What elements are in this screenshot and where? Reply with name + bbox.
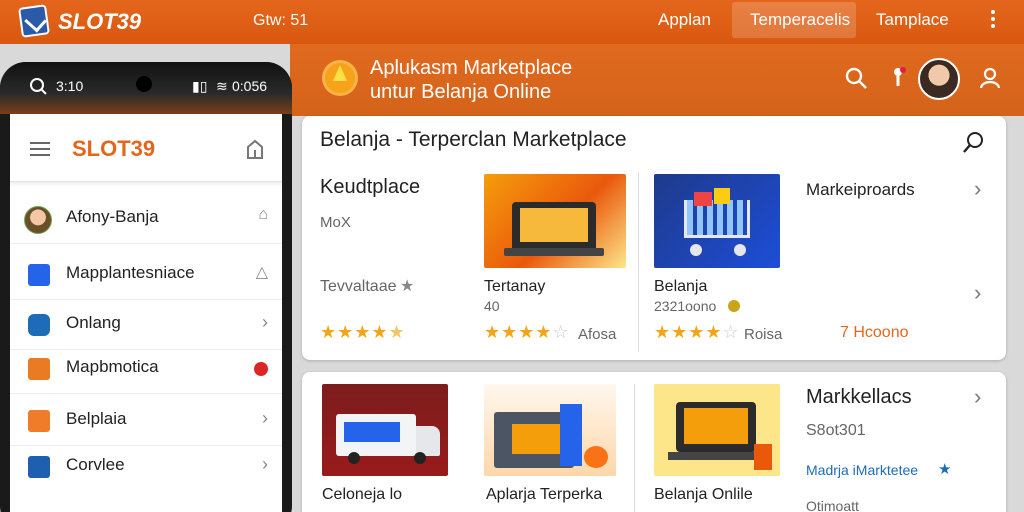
phone-app-bar: SLOT39 bbox=[10, 114, 282, 182]
rating-stars-1: ★★★★★ bbox=[320, 322, 406, 342]
search-icon bbox=[30, 78, 47, 95]
item-label-3: Belanja Onlile bbox=[654, 486, 753, 503]
chevron-right-icon[interactable]: › bbox=[262, 408, 268, 429]
list-item-label: Mapplantesniace bbox=[66, 263, 195, 282]
more-options-icon[interactable] bbox=[990, 10, 996, 30]
avatar bbox=[24, 206, 52, 234]
signal-icon: ▮▯ bbox=[192, 78, 208, 94]
phone-list-item[interactable]: Corvlee › bbox=[10, 442, 282, 492]
list-item-label: Mapbmotica bbox=[66, 357, 159, 376]
divider bbox=[634, 384, 635, 512]
coin-icon bbox=[728, 300, 740, 312]
nav-link-tamplace[interactable]: Tamplace bbox=[876, 10, 949, 30]
camera-icon bbox=[136, 76, 152, 92]
wifi-icon: ≋ bbox=[216, 78, 228, 94]
bag-icon bbox=[28, 314, 50, 336]
list-icon bbox=[28, 358, 50, 380]
col1-title: Keudtplace bbox=[320, 176, 421, 198]
alert-badge-icon bbox=[254, 362, 268, 376]
search-icon[interactable] bbox=[962, 130, 986, 154]
col4-title: Markeiproards bbox=[806, 180, 915, 199]
nav-link-applan[interactable]: Applan bbox=[658, 10, 711, 30]
phone-list-item[interactable]: Afony-Banja ⌂ bbox=[10, 194, 282, 244]
app-icon bbox=[28, 456, 50, 478]
menu-icon[interactable] bbox=[30, 142, 50, 156]
header-title: Aplukasm Marketplace untur Belanja Onlin… bbox=[370, 56, 572, 104]
tag-icon[interactable]: ⌂ bbox=[258, 206, 268, 224]
col1-label: Tevvaltaae bbox=[320, 278, 397, 295]
item-label-1: Celoneja lo bbox=[322, 486, 403, 503]
list-item-label: Belplaia bbox=[66, 409, 127, 428]
star-icon: ★ bbox=[400, 278, 415, 295]
col2-value: 40 bbox=[484, 298, 500, 314]
phone-mockup: 3:10 ▮▯ ≋ 0:056 SLOT39 Afony-Banja ⌂ Map… bbox=[0, 62, 292, 512]
list-item-label: Corvlee bbox=[66, 455, 125, 474]
home-icon[interactable] bbox=[244, 138, 266, 160]
phone-list-item[interactable]: Onlang › bbox=[10, 300, 282, 350]
chevron-right-icon[interactable]: › bbox=[262, 454, 268, 475]
product-image-laptop-2[interactable] bbox=[654, 384, 780, 476]
chevron-right-icon[interactable]: › bbox=[974, 176, 981, 202]
rating-stars-3: ★★★★☆ bbox=[654, 322, 740, 342]
list-item-label: Afony-Banja bbox=[66, 207, 159, 226]
phone-list-item[interactable]: Belplaia › bbox=[10, 396, 282, 446]
nav-link-temperacelis[interactable]: Temperacelis bbox=[750, 10, 850, 30]
product-image-stall[interactable] bbox=[484, 384, 616, 476]
side-foot: Otimoatt bbox=[806, 498, 859, 512]
brand-name: SLOT39 bbox=[58, 9, 142, 34]
star-icon: ★ bbox=[938, 461, 952, 478]
profile-icon[interactable] bbox=[978, 66, 1002, 90]
document-icon bbox=[28, 264, 50, 286]
header-title-line1: Aplukasm Marketplace bbox=[370, 57, 573, 79]
chevron-right-icon[interactable]: › bbox=[262, 312, 268, 333]
col4-price: 7 Hcoono bbox=[840, 324, 909, 341]
col1-sub: MoX bbox=[320, 214, 351, 231]
rating-stars-2: ★★★★☆ bbox=[484, 322, 570, 342]
col3-name: Belanja bbox=[654, 278, 708, 295]
col3-value: 2321oono bbox=[654, 298, 717, 314]
col2-name: Tertanay bbox=[484, 278, 546, 295]
side-sub: S8ot301 bbox=[806, 422, 866, 439]
hanger-icon[interactable]: △ bbox=[256, 262, 268, 282]
phone-app-title: SLOT39 bbox=[72, 136, 156, 161]
chevron-right-icon[interactable]: › bbox=[974, 384, 981, 410]
marketplace-header: Aplukasm Marketplace untur Belanja Onlin… bbox=[290, 44, 1024, 116]
side-link[interactable]: Madrja iMarktetee bbox=[806, 462, 918, 478]
app-logo-icon[interactable] bbox=[18, 4, 50, 38]
top-bar: SLOT39 Gtw: 51 Applan Temperacelis Tampl… bbox=[0, 0, 1024, 44]
divider bbox=[638, 172, 639, 352]
product-image-laptop[interactable] bbox=[484, 174, 626, 268]
col3-rating-label: Roisa bbox=[744, 326, 783, 343]
search-icon[interactable] bbox=[844, 66, 868, 90]
col2-rating-label: Afosa bbox=[578, 326, 617, 343]
product-image-van[interactable] bbox=[322, 384, 448, 476]
header-title-line2: untur Belanja Online bbox=[370, 81, 552, 103]
phone-screen: SLOT39 Afony-Banja ⌂ Mapplantesniace △ O… bbox=[10, 114, 282, 512]
product-image-cart[interactable] bbox=[654, 174, 780, 268]
phone-status-bar: 3:10 ▮▯ ≋ 0:056 bbox=[0, 62, 292, 114]
marketplace-card-2: Celoneja lo Aplarja Terperka Belanja Onl… bbox=[302, 372, 1006, 512]
folder-icon bbox=[28, 410, 50, 432]
section-title: Belanja - Terperclan Marketplace bbox=[320, 128, 627, 151]
marketplace-card: Belanja - Terperclan Marketplace Keudtpl… bbox=[302, 116, 1006, 360]
chevron-right-icon[interactable]: › bbox=[974, 280, 981, 306]
item-label-2: Aplarja Terperka bbox=[486, 486, 603, 503]
phone-list-item[interactable]: Mapplantesniace △ bbox=[10, 250, 282, 300]
side-title: Markkellacs bbox=[806, 386, 912, 408]
notification-icon[interactable] bbox=[886, 66, 910, 90]
top-meta: Gtw: 51 bbox=[253, 12, 309, 29]
status-time: 3:10 bbox=[56, 78, 84, 94]
user-avatar[interactable] bbox=[918, 58, 960, 100]
status-right: 0:056 bbox=[232, 78, 268, 94]
phone-list-item[interactable]: Mapbmotica bbox=[10, 344, 282, 394]
list-item-label: Onlang bbox=[66, 313, 121, 332]
marketplace-logo-icon bbox=[322, 60, 358, 96]
